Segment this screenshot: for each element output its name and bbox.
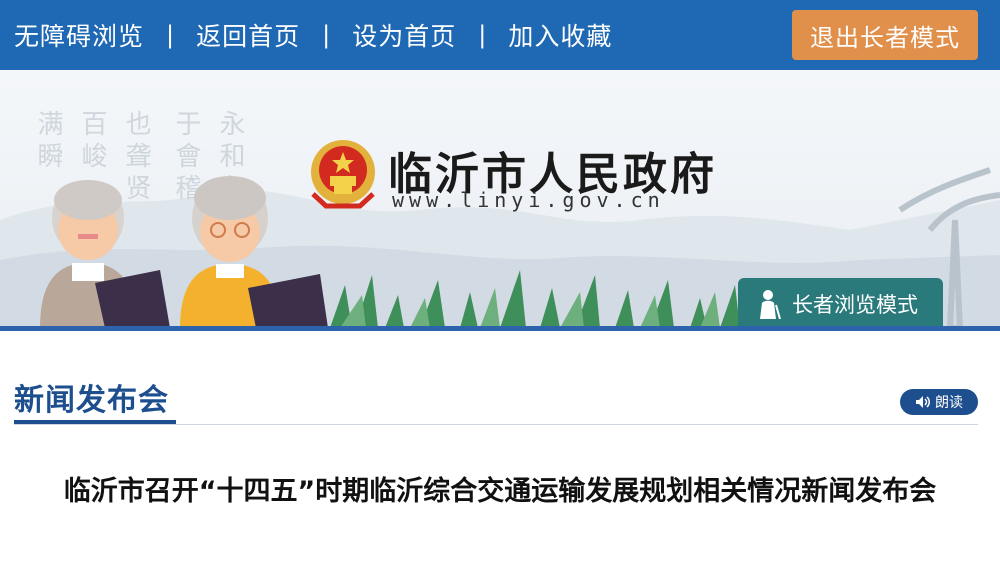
- elder-browse-mode-label: 长者浏览模式: [792, 293, 918, 317]
- section-divider: [14, 424, 978, 425]
- set-homepage-link[interactable]: 设为首页: [352, 17, 456, 53]
- read-aloud-button[interactable]: 朗读: [900, 389, 978, 415]
- speaker-icon: [915, 395, 931, 409]
- elderly-users-illustration: [40, 176, 328, 328]
- top-nav-links: 无障碍浏览 | 返回首页 | 设为首页 | 加入收藏: [0, 17, 612, 53]
- accessible-browse-link[interactable]: 无障碍浏览: [14, 17, 144, 53]
- exit-elder-mode-button[interactable]: 退出长者模式: [792, 10, 978, 60]
- elder-browse-mode-tab[interactable]: 长者浏览模式: [738, 278, 943, 328]
- top-navigation-bar: 无障碍浏览 | 返回首页 | 设为首页 | 加入收藏 退出长者模式: [0, 0, 1000, 70]
- elderly-person-icon: [754, 289, 782, 319]
- nav-separator: |: [322, 21, 331, 49]
- read-aloud-label: 朗读: [935, 395, 963, 411]
- site-url: www.linyi.gov.cn: [392, 188, 665, 212]
- article-title: 临沂市召开“十四五”时期临沂综合交通运输发展规划相关情况新闻发布会: [63, 476, 937, 507]
- nav-separator: |: [166, 21, 175, 49]
- site-banner: 满瞬 百峻 也聋贤 于會稽 永和九 临沂市人民政府 www.linyi.gov.…: [0, 70, 1000, 328]
- back-home-link[interactable]: 返回首页: [196, 17, 300, 53]
- nav-separator: |: [478, 21, 487, 49]
- add-favorite-link[interactable]: 加入收藏: [508, 17, 612, 53]
- section-title: 新闻发布会: [14, 383, 169, 418]
- banner-divider: [0, 326, 1000, 331]
- national-emblem-icon: [311, 140, 375, 209]
